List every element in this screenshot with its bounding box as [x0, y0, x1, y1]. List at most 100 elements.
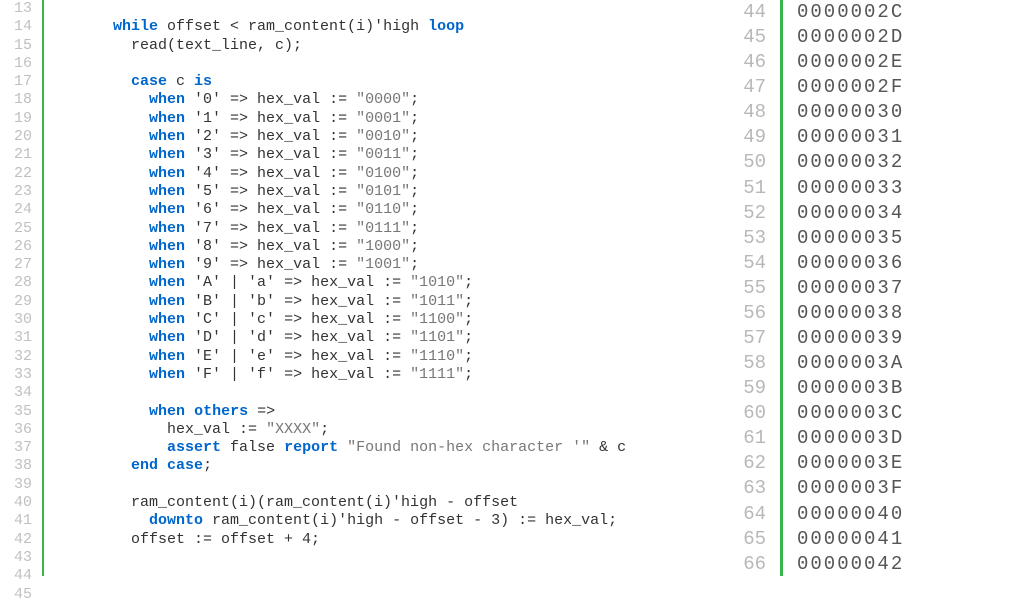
line-number: 51 [724, 176, 766, 201]
line-number: 50 [724, 150, 766, 175]
code-line: when '3' => hex_val := "0011"; [50, 146, 724, 164]
line-number: 37 [0, 439, 32, 457]
line-number: 22 [0, 165, 32, 183]
code-line: assert false report "Found non-hex chara… [50, 439, 724, 457]
line-number: 43 [0, 549, 32, 567]
code-line: when others => [50, 403, 724, 421]
line-number: 27 [0, 256, 32, 274]
line-number: 66 [724, 552, 766, 577]
line-number: 59 [724, 376, 766, 401]
line-number: 18 [0, 91, 32, 109]
line-number: 63 [724, 476, 766, 501]
line-number-gutter-right: 4445464748495051525354555657585960616263… [724, 0, 780, 576]
hex-value: 0000002C [797, 0, 1024, 25]
line-number: 14 [0, 18, 32, 36]
hex-value: 0000003F [797, 476, 1024, 501]
hex-value: 00000040 [797, 502, 1024, 527]
code-line: hex_val := "XXXX"; [50, 421, 724, 439]
line-number: 35 [0, 403, 32, 421]
line-number: 39 [0, 476, 32, 494]
line-number: 30 [0, 311, 32, 329]
line-number: 25 [0, 220, 32, 238]
hex-value: 00000031 [797, 125, 1024, 150]
hex-value: 00000035 [797, 226, 1024, 251]
hex-value: 0000003D [797, 426, 1024, 451]
hex-value: 00000032 [797, 150, 1024, 175]
code-line: when '1' => hex_val := "0001"; [50, 110, 724, 128]
line-number: 45 [724, 25, 766, 50]
line-number: 58 [724, 351, 766, 376]
hex-value: 0000002E [797, 50, 1024, 75]
code-editor-panel: 1314151617181920212223242526272829303132… [0, 0, 724, 576]
code-line: ram_content(i)(ram_content(i)'high - off… [50, 494, 724, 512]
hex-value: 00000039 [797, 326, 1024, 351]
code-line: when '9' => hex_val := "1001"; [50, 256, 724, 274]
code-line: when 'D' | 'd' => hex_val := "1101"; [50, 329, 724, 347]
line-number: 32 [0, 348, 32, 366]
code-line: downto ram_content(i)'high - offset - 3)… [50, 512, 724, 530]
line-number: 55 [724, 276, 766, 301]
code-line: case c is [50, 73, 724, 91]
hex-value: 0000003A [797, 351, 1024, 376]
line-number: 16 [0, 55, 32, 73]
line-number: 31 [0, 329, 32, 347]
line-number: 15 [0, 37, 32, 55]
hex-value: 0000003E [797, 451, 1024, 476]
line-number: 21 [0, 146, 32, 164]
hex-data-area[interactable]: 0000002C0000002D0000002E0000002F00000030… [783, 0, 1024, 576]
code-line: offset := offset + 4; [50, 531, 724, 549]
code-line: when '2' => hex_val := "0010"; [50, 128, 724, 146]
line-number: 19 [0, 110, 32, 128]
code-line: when '8' => hex_val := "1000"; [50, 238, 724, 256]
line-number: 33 [0, 366, 32, 384]
code-line: when '6' => hex_val := "0110"; [50, 201, 724, 219]
line-number: 62 [724, 451, 766, 476]
line-number: 17 [0, 73, 32, 91]
line-number: 23 [0, 183, 32, 201]
line-number: 20 [0, 128, 32, 146]
line-number: 60 [724, 401, 766, 426]
hex-value: 00000041 [797, 527, 1024, 552]
code-line: when 'E' | 'e' => hex_val := "1110"; [50, 348, 724, 366]
hex-value: 0000002D [797, 25, 1024, 50]
hex-value: 0000003B [797, 376, 1024, 401]
line-number: 13 [0, 0, 32, 18]
line-number: 29 [0, 293, 32, 311]
line-number: 28 [0, 274, 32, 292]
hex-value: 00000030 [797, 100, 1024, 125]
line-number: 52 [724, 201, 766, 226]
line-number: 54 [724, 251, 766, 276]
code-line: when '7' => hex_val := "0111"; [50, 220, 724, 238]
code-line: when 'B' | 'b' => hex_val := "1011"; [50, 293, 724, 311]
hex-value: 00000033 [797, 176, 1024, 201]
line-number: 56 [724, 301, 766, 326]
hex-value: 0000003C [797, 401, 1024, 426]
line-number: 24 [0, 201, 32, 219]
line-number: 44 [724, 0, 766, 25]
split-view: 1314151617181920212223242526272829303132… [0, 0, 1024, 576]
line-number: 61 [724, 426, 766, 451]
line-number: 65 [724, 527, 766, 552]
hex-value: 00000042 [797, 552, 1024, 577]
code-line: when '5' => hex_val := "0101"; [50, 183, 724, 201]
code-line [50, 476, 724, 494]
line-number: 45 [0, 586, 32, 604]
line-number-gutter-left: 1314151617181920212223242526272829303132… [0, 0, 42, 576]
line-number: 57 [724, 326, 766, 351]
line-number: 49 [724, 125, 766, 150]
line-number: 40 [0, 494, 32, 512]
line-number: 44 [0, 567, 32, 585]
line-number: 34 [0, 384, 32, 402]
hex-viewer-panel: 4445464748495051525354555657585960616263… [724, 0, 1024, 576]
code-line: read(text_line, c); [50, 37, 724, 55]
hex-value: 00000034 [797, 201, 1024, 226]
code-text-area[interactable]: while offset < ram_content(i)'high loop … [44, 0, 724, 576]
line-number: 64 [724, 502, 766, 527]
line-number: 48 [724, 100, 766, 125]
line-number: 26 [0, 238, 32, 256]
code-line: while offset < ram_content(i)'high loop [50, 18, 724, 36]
line-number: 46 [724, 50, 766, 75]
line-number: 53 [724, 226, 766, 251]
line-number: 47 [724, 75, 766, 100]
code-line [50, 0, 724, 18]
